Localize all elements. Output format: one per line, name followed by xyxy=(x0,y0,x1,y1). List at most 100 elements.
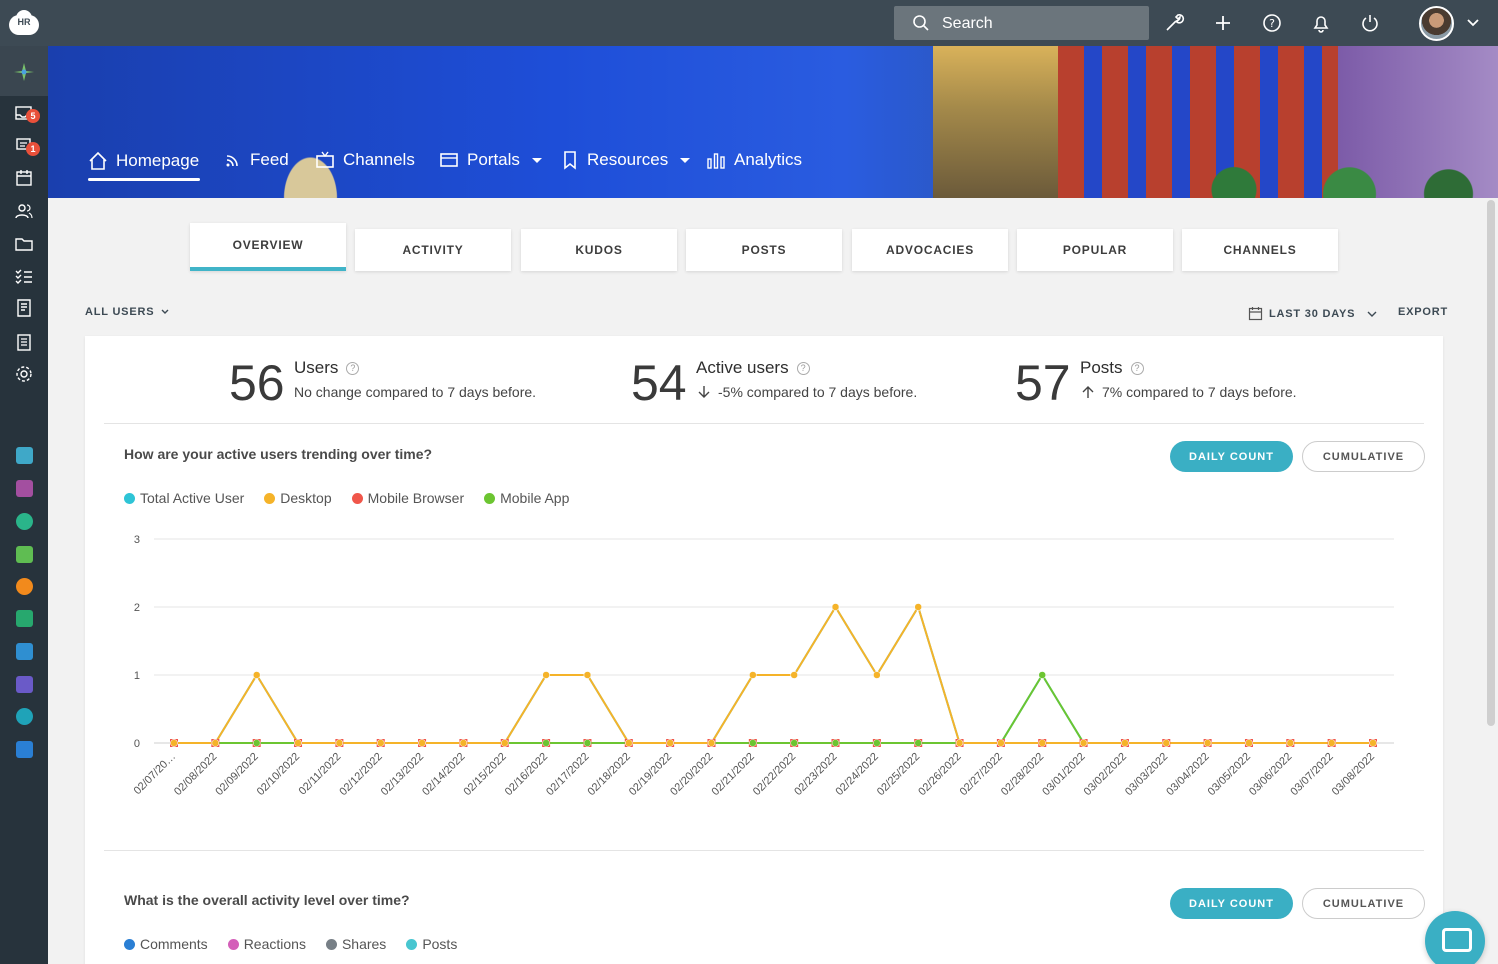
nav-analytics[interactable]: Analytics xyxy=(706,147,802,173)
data-point xyxy=(749,671,757,679)
help-icon[interactable]: ? xyxy=(1260,11,1284,35)
legend-item[interactable]: Reactions xyxy=(227,936,306,952)
home-icon xyxy=(89,151,107,170)
x-tick-label: 03/01/2022 xyxy=(1040,751,1087,798)
app-6-icon[interactable] xyxy=(16,610,33,627)
help-icon[interactable]: ? xyxy=(346,361,360,375)
tab-kudos[interactable]: KUDOS xyxy=(521,229,677,271)
posts-sub: 7% compared to 7 days before. xyxy=(1082,384,1297,400)
help-icon[interactable]: ? xyxy=(1130,361,1144,375)
portals-icon xyxy=(440,153,458,167)
data-point xyxy=(914,603,922,611)
users-count: 56 xyxy=(229,355,285,411)
bell-icon[interactable] xyxy=(1309,11,1333,35)
date-range-dropdown[interactable]: LAST 30 DAYS xyxy=(1248,306,1379,321)
app-4-icon[interactable] xyxy=(16,546,33,563)
data-point xyxy=(790,739,798,747)
data-point xyxy=(252,739,261,747)
folder-icon[interactable] xyxy=(14,234,34,254)
document-icon[interactable] xyxy=(14,298,34,318)
legend-item[interactable]: Mobile App xyxy=(484,490,569,506)
data-point xyxy=(542,671,550,679)
section-divider xyxy=(104,850,1424,851)
tab-popular[interactable]: POPULAR xyxy=(1017,229,1173,271)
messages-badge: 1 xyxy=(26,142,40,156)
x-tick-label: 03/05/2022 xyxy=(1206,751,1253,798)
inbox-badge: 5 xyxy=(26,109,40,123)
stats-divider xyxy=(104,423,1424,424)
plus-icon[interactable] xyxy=(1211,11,1235,35)
x-tick-label: 03/03/2022 xyxy=(1123,751,1170,798)
legend-item[interactable]: Total Active User xyxy=(124,490,244,506)
tab-activity[interactable]: ACTIVITY xyxy=(355,229,511,271)
settings-icon[interactable] xyxy=(14,364,34,384)
legend-item[interactable]: Posts xyxy=(406,936,457,952)
app-7-icon[interactable] xyxy=(16,643,33,660)
data-point xyxy=(997,739,1005,747)
chevron-down-icon xyxy=(1367,311,1377,317)
help-icon[interactable]: ? xyxy=(796,361,810,375)
x-tick-label: 02/28/2022 xyxy=(999,751,1046,798)
chevron-down-icon[interactable] xyxy=(1466,16,1480,30)
legend-item[interactable]: Mobile Browser xyxy=(351,490,464,506)
cumulative-button-2[interactable]: CUMULATIVE xyxy=(1302,888,1425,919)
analytics-icon xyxy=(707,153,725,169)
data-point xyxy=(749,739,757,747)
data-point xyxy=(501,739,509,747)
checklist-icon[interactable] xyxy=(14,266,34,286)
data-point xyxy=(955,739,964,747)
x-tick-label: 02/11/2022 xyxy=(297,751,344,798)
chevron-down-icon xyxy=(161,309,169,314)
sidebar-home[interactable] xyxy=(0,46,48,96)
data-point xyxy=(1038,739,1046,747)
export-button[interactable]: EXPORT xyxy=(1398,306,1448,318)
nav-portals[interactable]: Portals xyxy=(439,147,542,173)
app-8-icon[interactable] xyxy=(16,676,33,693)
hr-logo[interactable]: HR xyxy=(9,10,39,35)
y-tick-label: 1 xyxy=(134,670,140,682)
users-filter-dropdown[interactable]: ALL USERS xyxy=(85,306,170,318)
calendar-icon[interactable] xyxy=(14,168,34,188)
app-1-icon[interactable] xyxy=(16,447,33,464)
app-10-icon[interactable] xyxy=(16,741,33,758)
activity-chart-legend: Comments Reactions Shares Posts xyxy=(124,936,457,952)
chat-launcher-button[interactable] xyxy=(1425,911,1485,964)
data-point xyxy=(170,739,178,747)
data-point xyxy=(914,739,922,747)
app-2-icon[interactable] xyxy=(16,480,33,497)
tab-overview[interactable]: OVERVIEW xyxy=(190,223,346,271)
x-tick-label: 02/25/2022 xyxy=(875,751,922,798)
app-5-icon[interactable] xyxy=(16,578,33,595)
tab-channels[interactable]: CHANNELS xyxy=(1182,229,1338,271)
avatar[interactable] xyxy=(1419,6,1454,41)
app-9-icon[interactable] xyxy=(16,708,33,725)
page-scrollbar[interactable] xyxy=(1487,200,1495,726)
data-point xyxy=(211,739,220,747)
clipboard-icon[interactable] xyxy=(14,332,34,352)
legend-item[interactable]: Shares xyxy=(325,936,386,952)
app-3-icon[interactable] xyxy=(16,513,33,530)
nav-channels[interactable]: Channels xyxy=(315,147,415,173)
top-bar: HR Search ? xyxy=(0,0,1498,46)
people-icon[interactable] xyxy=(14,201,34,221)
legend-item[interactable]: Comments xyxy=(124,936,208,952)
tab-advocacies[interactable]: ADVOCACIES xyxy=(852,229,1008,271)
active-users-count: 54 xyxy=(631,355,687,411)
power-icon[interactable] xyxy=(1358,11,1382,35)
legend-item[interactable]: Desktop xyxy=(264,490,332,506)
banner-trees xyxy=(1168,156,1498,198)
wrench-icon[interactable] xyxy=(1162,11,1186,35)
data-point xyxy=(583,739,592,747)
daily-count-button-2[interactable]: DAILY COUNT xyxy=(1170,888,1293,919)
nav-resources[interactable]: Resources xyxy=(561,147,691,173)
daily-count-button[interactable]: DAILY COUNT xyxy=(1170,441,1293,472)
cumulative-button[interactable]: CUMULATIVE xyxy=(1302,441,1425,472)
tab-posts[interactable]: POSTS xyxy=(686,229,842,271)
nav-homepage[interactable]: Homepage xyxy=(88,148,199,174)
portals-caret-icon xyxy=(531,157,542,163)
data-point xyxy=(376,739,385,747)
nav-feed[interactable]: Feed xyxy=(224,147,289,173)
data-point xyxy=(1121,739,1129,747)
active-users-title: Active users? xyxy=(696,358,810,378)
search-input[interactable]: Search xyxy=(894,6,1149,40)
